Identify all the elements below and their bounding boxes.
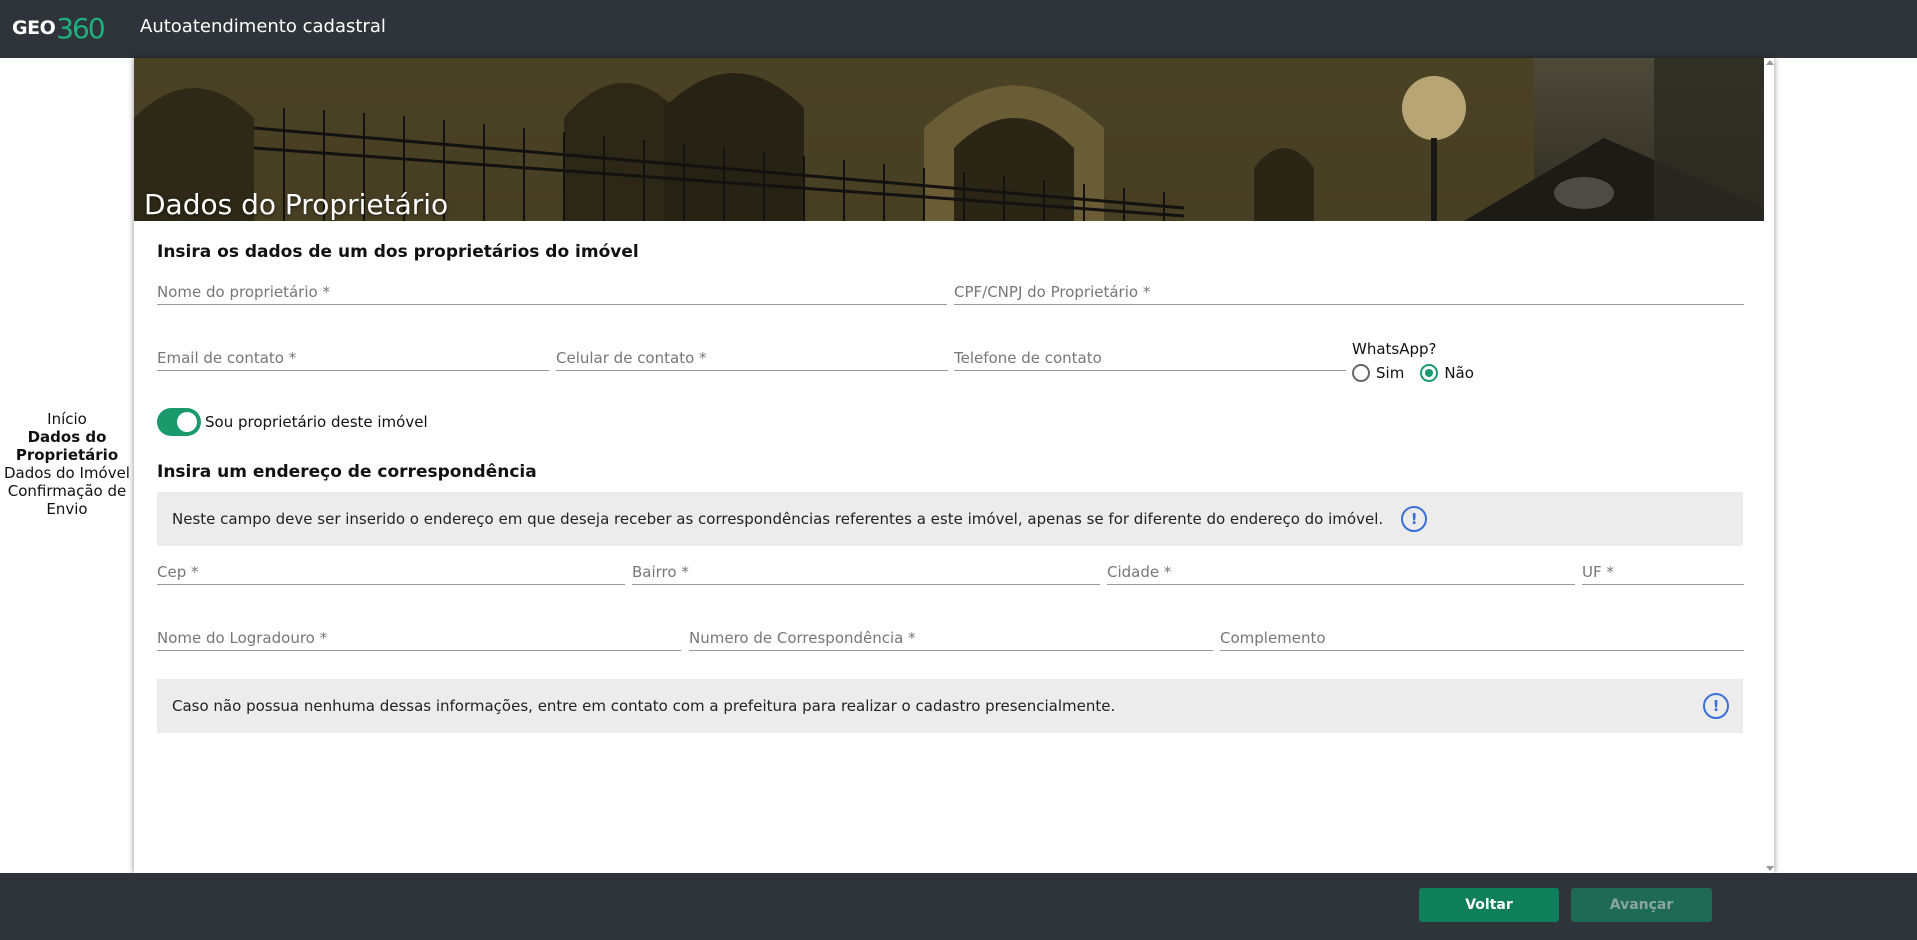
- chevron-up-icon[interactable]: [1766, 60, 1774, 65]
- bairro-field[interactable]: [632, 555, 1100, 585]
- step-dados-proprietario[interactable]: Dados do Proprietário: [0, 428, 134, 464]
- form-card: Dados do Proprietário Insira os dados de…: [134, 58, 1774, 873]
- owner-toggle-switch[interactable]: [157, 408, 201, 436]
- uf-input[interactable]: [1582, 555, 1744, 583]
- phone-field[interactable]: [954, 341, 1346, 371]
- back-button[interactable]: Voltar: [1419, 888, 1559, 922]
- complemento-field[interactable]: [1220, 621, 1744, 651]
- owner-document-field[interactable]: [954, 275, 1744, 305]
- next-button[interactable]: Avançar: [1571, 888, 1712, 922]
- email-field[interactable]: [157, 341, 549, 371]
- owner-toggle-row: Sou proprietário deste imóvel: [157, 408, 428, 436]
- app-title: Autoatendimento cadastral: [140, 16, 386, 37]
- chevron-down-icon[interactable]: [1766, 866, 1774, 871]
- owner-name-field[interactable]: [157, 275, 947, 305]
- logradouro-field[interactable]: [157, 621, 681, 651]
- geo360-logo[interactable]: GEO 360: [12, 11, 106, 45]
- whatsapp-yes-option[interactable]: Sim: [1352, 364, 1404, 382]
- email-input[interactable]: [157, 341, 549, 369]
- hero-banner: Dados do Proprietário: [134, 58, 1764, 221]
- numero-field[interactable]: [689, 621, 1213, 651]
- whatsapp-yes-label: Sim: [1376, 364, 1405, 382]
- phone-input[interactable]: [954, 341, 1346, 369]
- uf-field[interactable]: [1582, 555, 1744, 585]
- step-dados-imovel[interactable]: Dados do Imóvel: [0, 464, 134, 482]
- owner-section-title: Insira os dados de um dos proprietários …: [157, 242, 639, 262]
- whatsapp-no-option[interactable]: Não: [1420, 364, 1474, 382]
- address-info-box: Neste campo deve ser inserido o endereço…: [157, 492, 1743, 546]
- info-icon[interactable]: !: [1703, 693, 1729, 719]
- owner-document-input[interactable]: [954, 275, 1744, 303]
- info-icon[interactable]: !: [1401, 506, 1428, 532]
- cidade-input[interactable]: [1107, 555, 1575, 583]
- logradouro-input[interactable]: [157, 621, 681, 649]
- cidade-field[interactable]: [1107, 555, 1575, 585]
- bairro-input[interactable]: [632, 555, 1100, 583]
- whatsapp-label: WhatsApp?: [1352, 340, 1437, 358]
- notice-text: Caso não possua nenhuma dessas informaçõ…: [172, 697, 1116, 715]
- page-title: Dados do Proprietário: [144, 188, 449, 221]
- step-navigation: Início Dados do Proprietário Dados do Im…: [0, 410, 134, 518]
- notice-box: Caso não possua nenhuma dessas informaçõ…: [157, 679, 1743, 733]
- whatsapp-no-radio[interactable]: [1420, 364, 1439, 382]
- owner-name-input[interactable]: [157, 275, 947, 303]
- top-bar: GEO 360 Autoatendimento cadastral: [0, 0, 1917, 58]
- cellphone-field[interactable]: [556, 341, 948, 371]
- cellphone-input[interactable]: [556, 341, 948, 369]
- logo-number: 360: [56, 11, 105, 45]
- step-confirmacao[interactable]: Confirmação de Envio: [0, 482, 134, 518]
- whatsapp-yes-radio[interactable]: [1352, 364, 1370, 382]
- owner-toggle-label: Sou proprietário deste imóvel: [205, 413, 428, 431]
- cep-input[interactable]: [157, 555, 625, 583]
- card-scrollbar[interactable]: [1764, 58, 1774, 873]
- numero-input[interactable]: [689, 621, 1213, 649]
- address-info-text: Neste campo deve ser inserido o endereço…: [172, 510, 1384, 528]
- complemento-input[interactable]: [1220, 621, 1744, 649]
- address-section-title: Insira um endereço de correspondência: [157, 462, 537, 482]
- step-inicio[interactable]: Início: [0, 410, 134, 428]
- cep-field[interactable]: [157, 555, 625, 585]
- whatsapp-group: WhatsApp? Sim Não: [1352, 340, 1490, 382]
- logo-text: GEO: [12, 17, 56, 39]
- whatsapp-no-label: Não: [1444, 364, 1474, 382]
